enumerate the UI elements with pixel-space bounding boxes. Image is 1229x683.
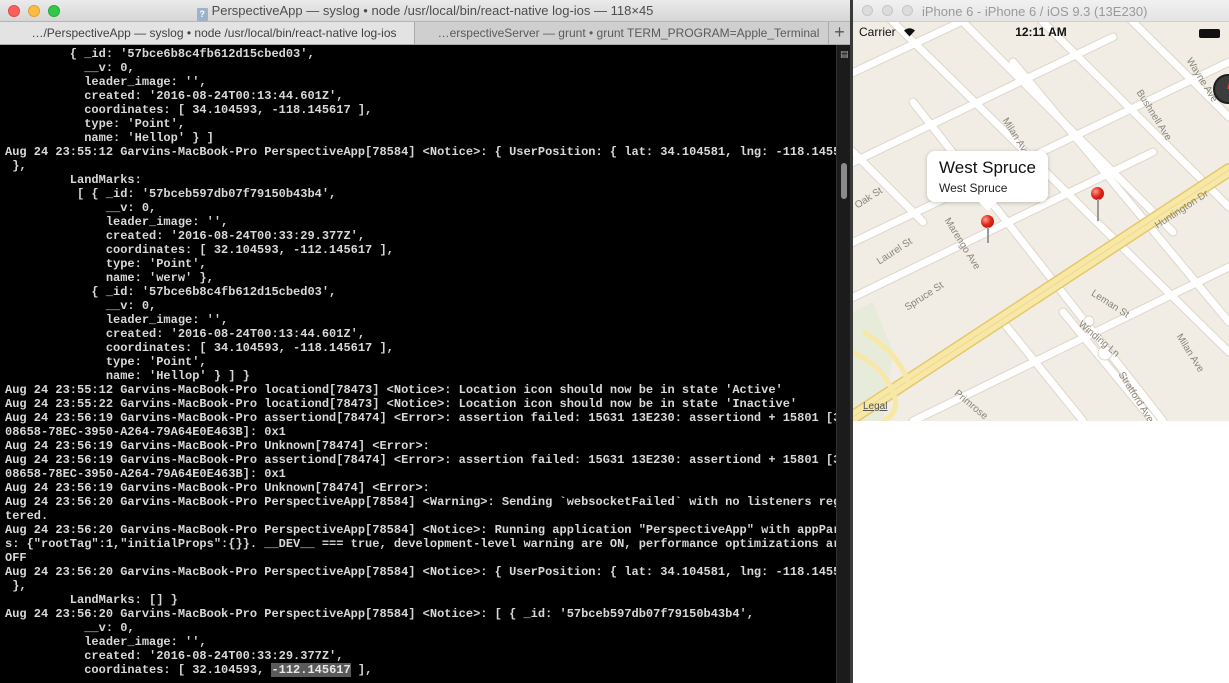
log-line: created: '2016-08-24T00:33:29.377Z', — [105, 229, 366, 243]
zoom-window-button[interactable] — [902, 5, 913, 16]
simulator-window: iPhone 6 - iPhone 6 / iOS 9.3 (13E230) W… — [853, 0, 1229, 683]
terminal-titlebar[interactable]: ? PerspectiveApp — syslog • node /usr/loc… — [0, 0, 850, 22]
map-pin-icon[interactable] — [1090, 187, 1106, 227]
log-line: name: 'Hellop' } ] } — [105, 369, 250, 383]
log-line: Aug 24 23:56:20 Garvins-MacBook-Pro Pers… — [5, 495, 836, 509]
scrollbar-thumb[interactable] — [841, 163, 847, 199]
log-line: Aug 24 23:56:19 Garvins-MacBook-Pro Unkn… — [5, 439, 430, 453]
log-line: }, — [12, 159, 27, 173]
log-text: { _id: '57bce6b8c4fb612d15cbed03', __v: … — [5, 47, 836, 677]
log-line: leader_image: '', — [105, 313, 229, 327]
battery-icon — [1199, 29, 1220, 38]
log-line: [ { _id: '57bceb597db07f79150b43b4', — [77, 187, 337, 201]
log-line: Aug 24 23:55:12 Garvins-MacBook-Pro loca… — [5, 383, 783, 397]
simulator-title: iPhone 6 - iPhone 6 / iOS 9.3 (13E230) — [922, 4, 1148, 19]
document-icon: ? — [196, 8, 208, 21]
log-line: Aug 24 23:55:12 Garvins-MacBook-Pro Pers… — [5, 145, 836, 159]
ios-status-bar: Carrier 12:11 AM — [853, 22, 1229, 42]
text-selection: -112.145617 — [271, 663, 351, 677]
app-content-area — [853, 421, 1229, 683]
log-line: coordinates: [ 34.104593, -118.145617 ], — [84, 103, 373, 117]
log-line: Aug 24 23:56:19 Garvins-MacBook-Pro asse… — [5, 453, 836, 467]
log-line: Aug 24 23:56:19 Garvins-MacBook-Pro Unkn… — [5, 481, 430, 495]
map-view[interactable]: Wayne Ave Bushnell Ave Milan Ave Hunting… — [853, 22, 1229, 421]
log-line: leader_image: '', — [84, 75, 207, 89]
log-line: created: '2016-08-24T00:13:44.601Z', — [84, 89, 344, 103]
log-line: Aug 24 23:55:22 Garvins-MacBook-Pro loca… — [5, 397, 798, 411]
log-line: Aug 24 23:56:20 Garvins-MacBook-Pro Pers… — [5, 565, 836, 579]
log-line: coordinates: [ 34.104593, -118.145617 ], — [105, 341, 394, 355]
log-line: Aug 24 23:56:20 Garvins-MacBook-Pro Pers… — [5, 523, 836, 537]
log-line: __v: 0, — [84, 621, 135, 635]
scroll-split-icon[interactable]: ▤ — [840, 50, 849, 59]
pin-callout[interactable]: West Spruce West Spruce — [927, 151, 1048, 211]
log-line: coordinates: [ 32.104593, -112.145617 ], — [105, 243, 394, 257]
log-line: type: 'Point', — [84, 117, 186, 131]
legal-link[interactable]: Legal — [863, 401, 887, 412]
minimize-window-button[interactable] — [882, 5, 893, 16]
log-line: { _id: '57bce6b8c4fb612d15cbed03', — [69, 47, 315, 61]
log-line: Aug 24 23:56:20 Garvins-MacBook-Pro Pers… — [5, 607, 754, 621]
log-line: type: 'Point', — [105, 355, 207, 369]
log-line: }, — [12, 579, 27, 593]
terminal-output[interactable]: { _id: '57bce6b8c4fb612d15cbed03', __v: … — [0, 45, 836, 683]
log-line: OFF — [5, 551, 27, 565]
log-line: tered. — [5, 509, 49, 523]
log-line: created: '2016-08-24T00:13:44.601Z', — [105, 327, 366, 341]
vertical-scrollbar[interactable]: ▤ — [836, 45, 850, 683]
log-line: leader_image: '', — [105, 215, 229, 229]
log-line: __v: 0, — [105, 201, 157, 215]
terminal-window: ? PerspectiveApp — syslog • node /usr/loc… — [0, 0, 850, 683]
log-line: leader_image: '', — [84, 635, 207, 649]
new-tab-button[interactable]: + — [828, 22, 850, 44]
tab-perspectiveapp[interactable]: …/PerspectiveApp — syslog • node /usr/lo… — [0, 22, 415, 44]
callout-title: West Spruce — [939, 158, 1037, 177]
close-window-button[interactable] — [862, 5, 873, 16]
log-line: LandMarks: — [69, 173, 142, 187]
tab-label: …/PerspectiveApp — syslog • node /usr/lo… — [31, 26, 397, 40]
log-line: type: 'Point', — [105, 257, 207, 271]
log-line: coordinates: [ 32.104593, -112.145617 ], — [5, 663, 373, 677]
log-line: Aug 24 23:56:19 Garvins-MacBook-Pro asse… — [5, 411, 836, 425]
log-line: name: 'Hellop' } ] — [84, 131, 214, 145]
log-line: 08658-78EC-3950-A264-79A64E0E463B]: 0x1 — [5, 467, 286, 481]
log-line: name: 'werw' }, — [105, 271, 214, 285]
log-line: created: '2016-08-24T00:33:29.377Z', — [84, 649, 344, 663]
log-line: 08658-78EC-3950-A264-79A64E0E463B]: 0x1 — [5, 425, 286, 439]
log-line: s: {"rootTag":1,"initialProps":{}}. __DE… — [5, 537, 836, 551]
log-line: { _id: '57bce6b8c4fb612d15cbed03', — [91, 285, 337, 299]
tab-label: …erspectiveServer — grunt • grunt TERM_P… — [437, 26, 820, 40]
log-line: __v: 0, — [84, 61, 135, 75]
tab-bar: …/PerspectiveApp — syslog • node /usr/lo… — [0, 22, 850, 45]
simulator-titlebar[interactable]: iPhone 6 - iPhone 6 / iOS 9.3 (13E230) — [853, 0, 1229, 22]
tab-perspectiveserver[interactable]: …erspectiveServer — grunt • grunt TERM_P… — [415, 22, 828, 44]
log-line: LandMarks: [] } — [69, 593, 178, 607]
log-line: __v: 0, — [105, 299, 157, 313]
status-time: 12:11 AM — [1015, 25, 1067, 39]
window-title: ? PerspectiveApp — syslog • node /usr/loc… — [0, 3, 850, 21]
map-pin-icon[interactable] — [980, 215, 996, 255]
callout-subtitle: West Spruce — [939, 181, 1008, 195]
